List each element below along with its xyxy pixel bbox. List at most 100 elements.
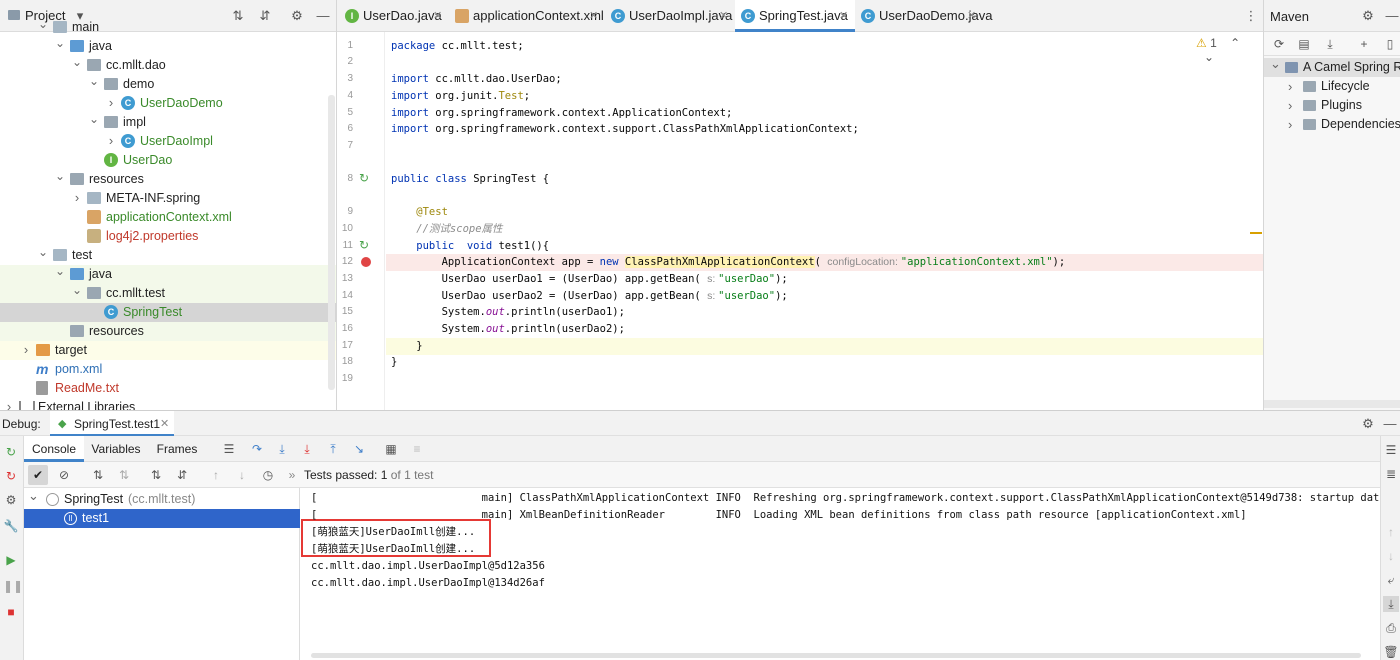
tree-item[interactable]: ⌄ java bbox=[0, 265, 336, 284]
wrench-icon[interactable]: 🔧 bbox=[3, 518, 19, 534]
debug-session-tab[interactable]: ◆ SpringTest.test1 ✕ bbox=[50, 411, 174, 437]
debug-tab-variables[interactable]: Variables bbox=[84, 436, 148, 462]
scroll-to-end-icon[interactable]: ⤓ bbox=[1383, 596, 1399, 612]
chevron-down-icon[interactable]: ⌄ bbox=[38, 18, 48, 37]
tree-item[interactable]: ⌄ main bbox=[0, 18, 336, 37]
scroll-up-icon[interactable]: ↑ bbox=[1383, 524, 1399, 540]
tree-item[interactable]: › META-INF.spring bbox=[0, 189, 336, 208]
chevron-right-icon[interactable]: › bbox=[1288, 96, 1292, 115]
tree-item[interactable]: ReadMe.txt bbox=[0, 379, 336, 398]
editor-tab[interactable]: I UserDao.java ✕ bbox=[339, 0, 449, 32]
close-icon[interactable]: ✕ bbox=[719, 0, 728, 32]
chevron-right-icon[interactable]: › bbox=[106, 132, 116, 151]
editor-tab[interactable]: C UserDaoImpl.java ✕ bbox=[605, 0, 735, 32]
pause-icon[interactable]: ❚❚ bbox=[3, 578, 23, 594]
rerun-icon[interactable]: ↻ bbox=[3, 444, 19, 460]
chevron-right-icon[interactable]: › bbox=[1288, 115, 1292, 134]
close-icon[interactable]: ✕ bbox=[967, 0, 976, 32]
tree-item[interactable]: m pom.xml bbox=[0, 360, 336, 379]
expand-all-icon[interactable]: ⇅ bbox=[148, 467, 164, 483]
print-icon[interactable]: ⎙ bbox=[1383, 620, 1399, 636]
console-hscroll-thumb[interactable] bbox=[311, 653, 1361, 658]
tree-item[interactable]: › C UserDaoDemo bbox=[0, 94, 336, 113]
tree-item[interactable]: I UserDao bbox=[0, 151, 336, 170]
tree-item[interactable]: › C UserDaoImpl bbox=[0, 132, 336, 151]
collapse-all-icon[interactable]: ⇵ bbox=[174, 467, 190, 483]
gear-icon[interactable]: ⚙ bbox=[1360, 8, 1376, 24]
close-icon[interactable]: ✕ bbox=[433, 0, 442, 32]
maven-tree-item[interactable]: › Dependencies bbox=[1264, 115, 1400, 134]
scroll-down-icon[interactable]: ↓ bbox=[1383, 548, 1399, 564]
step-out-icon[interactable]: ⤒ bbox=[325, 441, 341, 457]
code-editor[interactable]: ⚠ 1 ⌃ ⌄ package cc.mllt.test; import cc.m… bbox=[386, 32, 1263, 410]
force-step-into-icon[interactable]: ⤓ bbox=[299, 441, 315, 457]
breakpoint-icon[interactable] bbox=[361, 257, 371, 267]
chevron-down-icon[interactable]: ⌄ bbox=[55, 170, 65, 189]
debug-tab-console[interactable]: Console bbox=[24, 436, 84, 462]
run-gutter-icon[interactable]: ↻ bbox=[359, 171, 369, 185]
step-over-icon[interactable]: ↷ bbox=[249, 441, 265, 457]
add-icon[interactable]: + bbox=[1356, 36, 1372, 52]
history-icon[interactable]: ◷ bbox=[260, 467, 276, 483]
maven-scrollbar[interactable] bbox=[1264, 400, 1400, 408]
more-tabs-icon[interactable]: ⋮ bbox=[1243, 8, 1259, 24]
folder-add-icon[interactable]: ▤ bbox=[1296, 36, 1312, 52]
tree-item[interactable]: applicationContext.xml bbox=[0, 208, 336, 227]
project-scrollbar[interactable] bbox=[328, 95, 335, 390]
show-passed-icon[interactable]: ✔ bbox=[28, 465, 48, 485]
chevron-down-icon[interactable]: ⌄ bbox=[89, 75, 99, 94]
maven-tree-item[interactable]: ⌄ A Camel Spring Route bbox=[1264, 56, 1400, 77]
chevron-down-icon[interactable]: ⌄ bbox=[55, 265, 65, 284]
stop-icon[interactable]: ■ bbox=[3, 604, 19, 620]
filter-icon[interactable]: ≣ bbox=[1383, 466, 1399, 482]
test-tree-item[interactable]: ll test1 bbox=[24, 509, 300, 528]
tree-item[interactable]: ⌄ impl bbox=[0, 113, 336, 132]
next-test-icon[interactable]: ↓ bbox=[234, 467, 250, 483]
resume-icon[interactable]: ▶ bbox=[3, 552, 19, 568]
chevron-down-icon[interactable]: ⌄ bbox=[72, 56, 82, 75]
test-tree-item[interactable]: ⌄ SpringTest (cc.mllt.test) bbox=[24, 488, 300, 509]
download-icon[interactable]: ⤓ bbox=[1322, 36, 1338, 52]
tree-item[interactable]: C SpringTest bbox=[0, 303, 336, 322]
sort-alpha-icon[interactable]: ⇅ bbox=[90, 467, 106, 483]
chevron-down-icon[interactable]: ⌄ bbox=[38, 246, 48, 265]
editor-tab[interactable]: applicationContext.xml ✕ bbox=[449, 0, 605, 32]
soft-wrap-icon[interactable]: ⤶ bbox=[1383, 572, 1399, 588]
maven-tree-item[interactable]: › Lifecycle bbox=[1264, 77, 1400, 96]
chevron-down-icon[interactable]: ⌄ bbox=[55, 37, 65, 56]
previous-test-icon[interactable]: ↑ bbox=[208, 467, 224, 483]
close-icon[interactable]: ✕ bbox=[589, 0, 598, 32]
tree-item[interactable]: log4j2.properties bbox=[0, 227, 336, 246]
more-icon[interactable]: » bbox=[284, 467, 300, 483]
sort-duration-icon[interactable]: ⇅ bbox=[116, 467, 132, 483]
debug-tab-frames[interactable]: Frames bbox=[148, 436, 206, 462]
editor-tab[interactable]: C UserDaoDemo.java ✕ bbox=[855, 0, 992, 32]
tree-item[interactable]: ⌄ java bbox=[0, 37, 336, 56]
chevron-right-icon[interactable]: › bbox=[1288, 77, 1292, 96]
chevron-down-icon[interactable]: ⌄ bbox=[89, 113, 99, 132]
tree-item[interactable]: ⌄ resources bbox=[0, 170, 336, 189]
trash-icon[interactable]: 🗑 bbox=[1383, 644, 1399, 660]
tree-item[interactable]: ⌄ test bbox=[0, 246, 336, 265]
trace-icon[interactable]: ≡ bbox=[409, 441, 425, 457]
chevron-right-icon[interactable]: › bbox=[21, 341, 31, 360]
chevron-right-icon[interactable]: › bbox=[4, 398, 14, 410]
tree-item[interactable]: ⌄ cc.mllt.test bbox=[0, 284, 336, 303]
maven-title[interactable]: Maven bbox=[1270, 9, 1309, 24]
console-output[interactable]: [ main] ClassPathXmlApplicationContext I… bbox=[300, 488, 1380, 660]
console-hscroll[interactable] bbox=[300, 651, 1380, 660]
chevron-right-icon[interactable]: › bbox=[106, 94, 116, 113]
show-ignored-icon[interactable]: ⊘ bbox=[56, 467, 72, 483]
minimize-icon[interactable]: — bbox=[1384, 8, 1400, 24]
menu-icon[interactable]: ☰ bbox=[1383, 442, 1399, 458]
maven-tree-item[interactable]: › Plugins bbox=[1264, 96, 1400, 115]
run-gutter-icon[interactable]: ↻ bbox=[359, 238, 369, 252]
tree-item[interactable]: ⌄ demo bbox=[0, 75, 336, 94]
chevron-right-icon[interactable]: › bbox=[72, 189, 82, 208]
chevron-down-icon[interactable]: ⌄ bbox=[1270, 54, 1281, 73]
menu-icon[interactable]: ☰ bbox=[221, 441, 237, 457]
chevron-down-icon[interactable]: ⌄ bbox=[72, 284, 82, 303]
tree-item[interactable]: › External Libraries bbox=[0, 398, 336, 410]
close-icon[interactable]: ✕ bbox=[839, 0, 848, 32]
gear-icon[interactable]: ⚙ bbox=[1360, 416, 1376, 432]
